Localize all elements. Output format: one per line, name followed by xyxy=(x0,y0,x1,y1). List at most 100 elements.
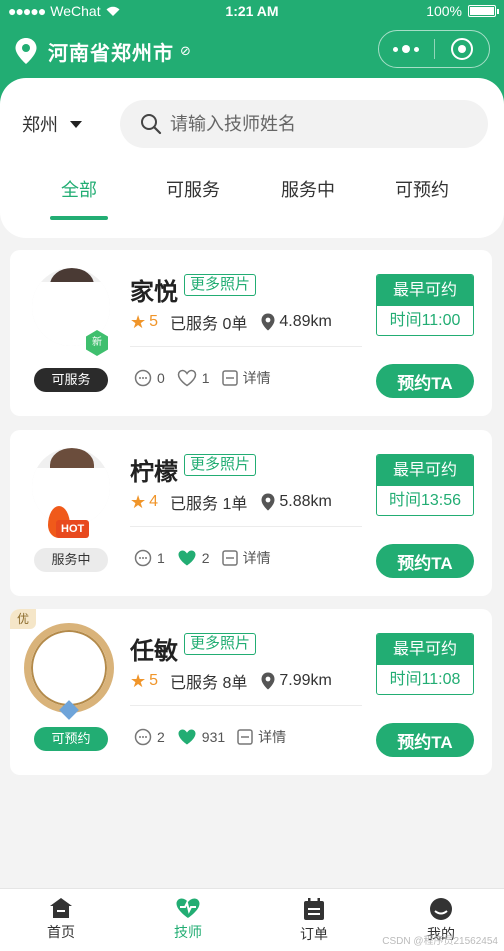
search-box[interactable] xyxy=(120,100,488,148)
tab-available[interactable]: 可服务 xyxy=(153,176,233,202)
like-count[interactable]: 931 xyxy=(177,728,225,746)
dot-icon xyxy=(393,46,399,52)
book-button[interactable]: 预约TA xyxy=(376,544,474,578)
tab-all[interactable]: 全部 xyxy=(39,176,119,202)
premium-badge: 优 xyxy=(10,609,36,629)
technician-card[interactable]: 优 可预约 任敏 更多照片 ★ 5 已服务 8单 7.99km 2 931 详情… xyxy=(10,609,492,775)
like-count[interactable]: 1 xyxy=(177,369,210,387)
star-icon: ★ xyxy=(130,311,147,332)
comment-count[interactable]: 2 xyxy=(134,728,165,746)
status-badge: 可预约 xyxy=(34,727,108,751)
technician-card[interactable]: 新 可服务 家悦 更多照片 ★ 5 已服务 0单 4.89km 0 1 详情 最… xyxy=(10,250,492,416)
details-icon xyxy=(237,729,253,745)
active-tab-indicator xyxy=(50,216,108,220)
rating-value: 4 xyxy=(149,493,159,510)
dot-icon xyxy=(402,45,411,53)
book-button[interactable]: 预约TA xyxy=(376,364,474,398)
heart-outline-icon xyxy=(177,369,197,387)
city-dropdown[interactable]: 郑州 xyxy=(22,111,82,137)
battery-status: 100% xyxy=(426,3,499,19)
city-dropdown-label: 郑州 xyxy=(22,115,58,135)
technician-name: 柠檬 xyxy=(130,459,178,486)
earliest-time: 时间11:08 xyxy=(389,671,461,688)
location-pin-icon xyxy=(15,38,37,64)
location-pin-icon xyxy=(261,493,275,511)
caret-down-icon xyxy=(70,120,82,128)
rating-value: 5 xyxy=(149,313,159,330)
technician-name: 任敏 xyxy=(130,638,178,665)
technician-name: 家悦 xyxy=(130,279,178,306)
earliest-time-box: 最早可约 时间11:08 xyxy=(376,633,474,695)
comment-icon xyxy=(134,369,152,387)
details-link[interactable]: 详情 xyxy=(237,727,286,747)
served-count: 已服务 8单 xyxy=(170,675,248,692)
status-badge: 可服务 xyxy=(34,368,108,392)
comment-count[interactable]: 1 xyxy=(134,549,165,567)
distance: 4.89km xyxy=(279,313,332,330)
earliest-label: 最早可约 xyxy=(377,275,473,306)
tabbar-item-home[interactable]: 首页 xyxy=(21,897,101,942)
distance: 7.99km xyxy=(279,672,332,689)
calendar-icon xyxy=(304,898,324,920)
status-bar: ●●●●● WeChat 1:21 AM 100% xyxy=(0,0,504,22)
hot-badge: HOT xyxy=(44,506,100,540)
rating-value: 5 xyxy=(149,672,159,689)
location-name: 河南省郑州市 xyxy=(48,42,174,65)
search-input[interactable] xyxy=(170,113,460,135)
status-badge: 服务中 xyxy=(34,548,108,572)
interaction-row: 2 931 详情 xyxy=(134,727,298,747)
heart-filled-icon xyxy=(178,550,196,566)
location-bar[interactable]: 河南省郑州市 ⊘ xyxy=(14,34,191,68)
location-pin-icon xyxy=(261,672,275,690)
heart-filled-icon xyxy=(178,729,196,745)
served-count: 已服务 1单 xyxy=(170,496,248,513)
served-count: 已服务 0单 xyxy=(170,316,248,333)
earliest-time: 时间13:56 xyxy=(388,492,462,509)
technician-card[interactable]: HOT 服务中 柠檬 更多照片 ★ 4 已服务 1单 5.88km 1 2 详情… xyxy=(10,430,492,596)
comment-count[interactable]: 0 xyxy=(134,369,165,387)
technician-stats: ★ 5 已服务 0单 4.89km xyxy=(130,310,332,334)
dot-icon xyxy=(414,46,420,52)
tabbar-item-orders[interactable]: 订单 xyxy=(274,897,354,944)
close-miniprogram-button[interactable] xyxy=(434,31,489,67)
home-icon xyxy=(50,898,72,918)
distance: 5.88km xyxy=(279,493,332,510)
details-link[interactable]: 详情 xyxy=(221,368,271,388)
more-menu-button[interactable] xyxy=(379,31,434,67)
status-tabs: 全部 可服务 服务中 可预约 xyxy=(0,170,504,220)
heart-pulse-icon xyxy=(176,898,200,918)
interaction-row: 1 2 详情 xyxy=(134,548,283,568)
technician-stats: ★ 5 已服务 8单 7.99km xyxy=(130,669,332,693)
watermark: CSDN @程序员21562454 xyxy=(382,936,498,947)
location-pin-icon xyxy=(261,313,275,331)
like-count[interactable]: 2 xyxy=(177,549,210,567)
earliest-time: 时间11:00 xyxy=(389,312,461,329)
battery-icon xyxy=(468,5,499,17)
battery-label: 100% xyxy=(426,3,462,19)
earliest-label: 最早可约 xyxy=(377,634,473,665)
details-link[interactable]: 详情 xyxy=(221,548,271,568)
tab-bookable[interactable]: 可预约 xyxy=(382,176,462,202)
filter-panel: 郑州 全部 可服务 服务中 可预约 xyxy=(0,78,504,238)
details-icon xyxy=(221,550,238,566)
tab-in-service[interactable]: 服务中 xyxy=(268,176,348,202)
tabbar-item-technician[interactable]: 技师 xyxy=(148,897,228,942)
earliest-time-box: 最早可约 时间11:00 xyxy=(376,274,474,336)
earliest-label: 最早可约 xyxy=(377,455,473,486)
miniprogram-capsule xyxy=(378,30,490,68)
details-icon xyxy=(221,370,238,386)
search-icon xyxy=(141,114,162,135)
comment-icon xyxy=(134,728,152,746)
interaction-row: 0 1 详情 xyxy=(134,368,283,388)
target-icon xyxy=(450,38,473,60)
more-photos-button[interactable]: 更多照片 xyxy=(184,454,257,476)
technician-stats: ★ 4 已服务 1单 5.88km xyxy=(130,490,332,514)
earliest-time-box: 最早可约 时间13:56 xyxy=(376,454,474,516)
star-icon: ★ xyxy=(130,670,147,691)
navigation-icon: ⊘ xyxy=(180,43,191,58)
book-button[interactable]: 预约TA xyxy=(376,723,474,757)
more-photos-button[interactable]: 更多照片 xyxy=(184,633,257,655)
comment-icon xyxy=(134,549,152,567)
profile-icon xyxy=(430,898,452,920)
more-photos-button[interactable]: 更多照片 xyxy=(184,274,257,296)
